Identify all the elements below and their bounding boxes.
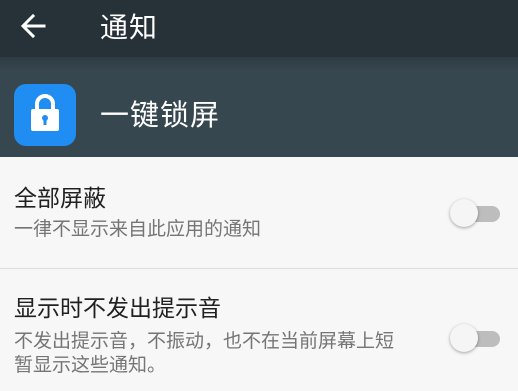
app-name: 一键锁屏: [100, 98, 221, 132]
block-all-toggle[interactable]: [450, 198, 504, 228]
app-icon: [14, 84, 76, 146]
setting-silent[interactable]: 显示时不发出提示音 不发出提示音，不振动，也不在当前屏幕上短暂显示这些通知。: [0, 269, 518, 391]
back-button[interactable]: [14, 10, 52, 46]
notification-settings-screen: 通知 一键锁屏 全部屏蔽 一律不显示来自此应用的通知 显示时不发出提示音 不发出: [0, 0, 518, 391]
toolbar: 通知: [0, 0, 518, 57]
silent-toggle[interactable]: [450, 323, 504, 353]
lock-icon: [27, 92, 63, 138]
setting-summary: 一律不显示来自此应用的通知: [14, 218, 262, 240]
setting-title: 全部屏蔽: [14, 186, 106, 212]
setting-title: 显示时不发出提示音: [14, 296, 221, 322]
app-header: 一键锁屏: [0, 57, 518, 157]
page-title: 通知: [100, 11, 159, 44]
arrow-left-icon: [19, 12, 47, 44]
toggle-thumb: [450, 199, 478, 227]
setting-block-all[interactable]: 全部屏蔽 一律不显示来自此应用的通知: [0, 157, 518, 268]
setting-summary: 不发出提示音，不振动，也不在当前屏幕上短暂显示这些通知。: [14, 330, 395, 376]
toggle-thumb: [450, 324, 478, 352]
